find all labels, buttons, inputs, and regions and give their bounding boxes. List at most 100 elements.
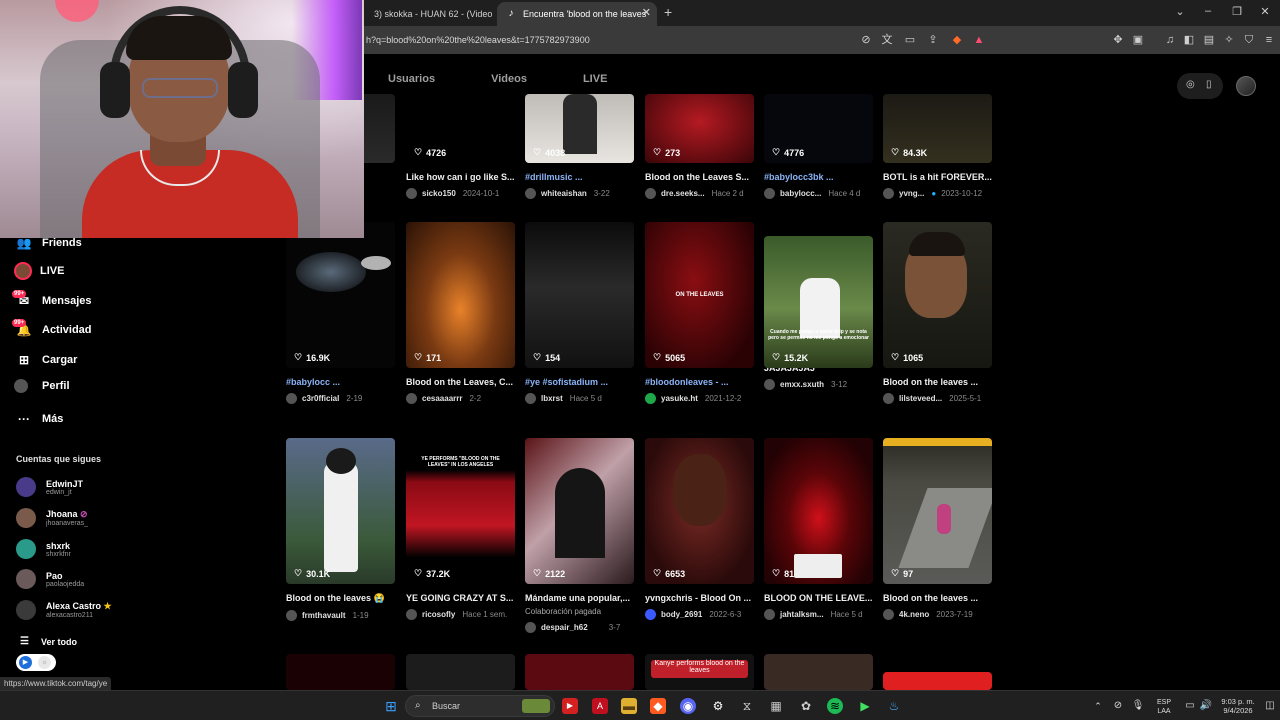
video-card[interactable]: ♡ 4726 Like how can i go like S... sicko1…: [406, 94, 515, 199]
maximize-button[interactable]: ❐: [1227, 5, 1247, 18]
minimize-button[interactable]: –: [1198, 5, 1218, 17]
display-icon[interactable]: ▭: [1182, 698, 1198, 714]
chatgpt-icon[interactable]: ✿: [798, 698, 814, 714]
video-card[interactable]: [883, 654, 992, 690]
video-title[interactable]: #drillmusic ...: [525, 172, 634, 182]
phone-icon[interactable]: ▯: [1206, 79, 1212, 90]
sidebar-item-profile[interactable]: Perfil: [14, 379, 70, 393]
sidebar-item-more[interactable]: ··· Más: [14, 409, 63, 429]
video-author[interactable]: 4k.neno: [899, 610, 929, 619]
youtube-app-icon[interactable]: ▶: [562, 698, 578, 714]
video-thumbnail[interactable]: [406, 654, 515, 690]
video-card[interactable]: ♡ 84.3K BOTL is a hit FOREVER... yvng... ●…: [883, 94, 992, 199]
tab-search-icon[interactable]: ▣: [1131, 33, 1145, 47]
video-thumbnail[interactable]: ♡ 30.1K: [286, 438, 395, 584]
video-card[interactable]: ♡ 4038 #drillmusic ... whiteaishan 3-22: [525, 94, 634, 199]
video-author[interactable]: yvng...: [899, 189, 924, 198]
browser-tab-tiktok[interactable]: ♪ Encuentra 'blood on the leaves' ✕: [497, 2, 657, 26]
video-author[interactable]: yasuke.ht: [661, 394, 698, 403]
video-author[interactable]: dre.seeks...: [661, 189, 705, 198]
video-card[interactable]: [764, 654, 873, 690]
video-author[interactable]: body_2691: [661, 610, 702, 619]
video-title[interactable]: Blood on the Leaves S...: [645, 172, 754, 182]
ai-icon[interactable]: ✧: [1222, 33, 1236, 47]
close-tab-icon[interactable]: ✕: [642, 6, 651, 19]
close-window-button[interactable]: ✕: [1255, 5, 1275, 18]
video-card[interactable]: [406, 654, 515, 690]
following-account[interactable]: Alexa Castro ★ alexacastro211: [16, 600, 112, 620]
video-author[interactable]: whiteaishan: [541, 189, 587, 198]
video-thumbnail[interactable]: ON THE LEAVES ♡ 5065: [645, 222, 754, 368]
video-author[interactable]: jahtalksm...: [780, 610, 824, 619]
menu-icon[interactable]: ≡: [1262, 33, 1276, 47]
video-title[interactable]: Like how can i go like S...: [406, 172, 515, 182]
video-thumbnail[interactable]: [525, 654, 634, 690]
theme-toggle[interactable]: ▶ ☼: [16, 654, 56, 671]
video-title[interactable]: #babylocc ...: [286, 377, 395, 387]
video-thumbnail[interactable]: [286, 654, 395, 690]
clock[interactable]: 9:03 p. m. 9/4/2026: [1216, 697, 1260, 715]
tab-live[interactable]: LIVE: [583, 73, 607, 85]
following-account[interactable]: Jhoana ⊘ jhoanaveras_: [16, 508, 88, 528]
video-thumbnail[interactable]: ♡ 273: [645, 94, 754, 163]
no-tracking-icon[interactable]: ⊘: [859, 33, 873, 47]
video-card[interactable]: ♡ 6653 yvngxchris - Blood On ... body_269…: [645, 438, 754, 620]
following-account[interactable]: shxrk shxrkfnr: [16, 539, 71, 559]
video-thumbnail[interactable]: ♡ 1065: [883, 222, 992, 368]
video-card[interactable]: ♡ 97 Blood on the leaves ... 4k.neno 2023-…: [883, 438, 992, 620]
video-title[interactable]: Blood on the leaves 😭: [286, 593, 395, 604]
video-card[interactable]: [525, 654, 634, 690]
video-card[interactable]: ♡ 81 BLOOD ON THE LEAVE... jahtalksm... Ha…: [764, 438, 873, 620]
video-thumbnail[interactable]: ♡ 2122: [525, 438, 634, 584]
spotify-icon[interactable]: ≋: [827, 698, 843, 714]
video-card[interactable]: Kanye performs blood on the leaves: [645, 654, 754, 690]
video-thumbnail[interactable]: Kanye performs blood on the leaves: [645, 654, 754, 690]
acrobat-app-icon[interactable]: A: [592, 698, 608, 714]
video-thumbnail[interactable]: ♡ 16.9K: [286, 222, 395, 368]
video-thumbnail[interactable]: ♡ 4726: [406, 94, 515, 163]
tab-users[interactable]: Usuarios: [388, 73, 435, 85]
video-card[interactable]: ♡ 2122 Mándame una popular,... Colaboraci…: [525, 438, 634, 633]
video-card[interactable]: ♡ 273 Blood on the Leaves S... dre.seeks.…: [645, 94, 754, 199]
video-title[interactable]: YE GOING CRAZY AT S...: [406, 593, 515, 603]
following-account[interactable]: EdwinJT edwin_jt: [16, 477, 83, 497]
sidebar-item-messages[interactable]: ✉ 99+ Mensajes: [12, 290, 92, 311]
video-author[interactable]: lilsteveed...: [899, 394, 942, 403]
video-thumbnail[interactable]: ♡ 84.3K: [883, 94, 992, 163]
settings-icon[interactable]: ⚙: [710, 698, 726, 714]
taskbar-search[interactable]: ⌕ Buscar: [405, 695, 555, 717]
sidebar-icon[interactable]: ◧: [1182, 33, 1196, 47]
bluestacks-icon[interactable]: ▶: [857, 698, 873, 714]
video-thumbnail[interactable]: [883, 672, 992, 690]
calculator-icon[interactable]: ▦: [768, 698, 784, 714]
new-tab-button[interactable]: +: [664, 4, 672, 20]
volume-icon[interactable]: 🔊: [1198, 698, 1214, 714]
video-author[interactable]: cesaaaarrr: [422, 394, 462, 403]
video-card[interactable]: ♡ 4776 #babylocc3bk ... babylocc... Hace 4…: [764, 94, 873, 199]
share-icon[interactable]: ⇪: [926, 33, 940, 47]
sidebar-item-activity[interactable]: 🔔 99+ Actividad: [12, 319, 92, 340]
video-card[interactable]: Cuando me pongo a bailar drip y se nota …: [764, 222, 873, 390]
microphone-icon[interactable]: 🎙: [1130, 698, 1146, 714]
brave-rewards-icon[interactable]: ▲: [972, 33, 986, 47]
video-title[interactable]: BOTL is a hit FOREVER...: [883, 172, 992, 182]
video-card[interactable]: ♡ 16.9K #babylocc ... c3r0fficial 2-19: [286, 222, 395, 404]
video-title[interactable]: yvngxchris - Blood On ...: [645, 593, 754, 603]
video-author[interactable]: frmthavault: [302, 611, 346, 620]
video-thumbnail[interactable]: ♡ 154: [525, 222, 634, 368]
video-thumbnail[interactable]: [764, 654, 873, 690]
extensions-icon[interactable]: ✥: [1111, 33, 1125, 47]
file-explorer-icon[interactable]: ▬: [621, 698, 637, 714]
video-author[interactable]: sicko150: [422, 189, 456, 198]
video-card[interactable]: [286, 654, 395, 690]
video-card[interactable]: YE PERFORMS "BLOOD ON THE LEAVES" IN LOS…: [406, 438, 515, 620]
profile-avatar[interactable]: [1236, 76, 1256, 96]
video-title[interactable]: Blood on the leaves ...: [883, 377, 992, 387]
video-thumbnail[interactable]: ♡ 171: [406, 222, 515, 368]
discord-icon[interactable]: ◉: [680, 698, 696, 714]
brave-shield-icon[interactable]: ◆: [950, 33, 964, 47]
device-switch[interactable]: ◎ ▯: [1177, 73, 1223, 99]
cast-icon[interactable]: ▭: [903, 33, 917, 47]
video-card[interactable]: ♡ 1065 Blood on the leaves ... lilsteveed…: [883, 222, 992, 404]
video-card[interactable]: ♡ 154 #ye #sofistadium ... lbxrst Hace 5 d: [525, 222, 634, 404]
